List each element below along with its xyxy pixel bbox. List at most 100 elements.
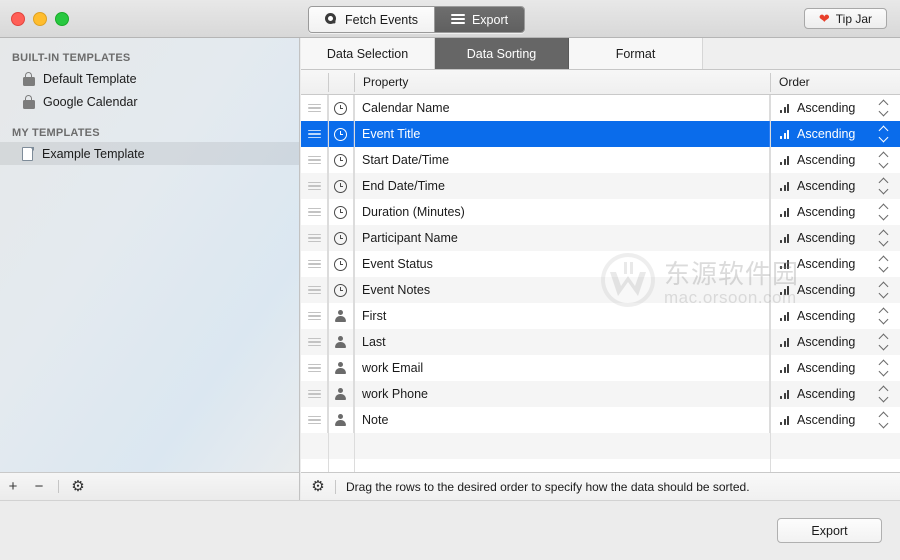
tab-data-sorting[interactable]: Data Sorting (435, 38, 569, 69)
table-row[interactable]: End Date/Time Ascending (301, 173, 900, 199)
table-row[interactable]: Start Date/Time Ascending (301, 147, 900, 173)
drag-handle-cell[interactable] (301, 199, 328, 225)
drag-handle-icon[interactable] (307, 337, 321, 347)
table-row[interactable]: Event Status Ascending (301, 251, 900, 277)
sidebar-item-example-template[interactable]: Example Template (0, 142, 299, 165)
order-cell[interactable]: Ascending (770, 277, 900, 303)
table-row[interactable]: work Email Ascending (301, 355, 900, 381)
drag-handle-cell[interactable] (301, 147, 328, 173)
row-type-icon-cell (328, 121, 354, 147)
order-cell[interactable]: Ascending (770, 355, 900, 381)
order-cell[interactable]: Ascending (770, 303, 900, 329)
drag-handle-cell[interactable] (301, 303, 328, 329)
order-cell[interactable]: Ascending (770, 225, 900, 251)
order-cell[interactable]: Ascending (770, 407, 900, 433)
order-value: Ascending (797, 153, 856, 167)
gear-icon: ⚙ (71, 478, 85, 495)
order-stepper[interactable] (876, 228, 892, 248)
order-stepper[interactable] (876, 202, 892, 222)
tab-format[interactable]: Format (569, 38, 703, 69)
drag-handle-icon[interactable] (307, 207, 321, 217)
list-icon (450, 14, 465, 25)
drag-handle-icon[interactable] (307, 129, 321, 139)
order-stepper[interactable] (876, 358, 892, 378)
drag-handle-cell[interactable] (301, 173, 328, 199)
drag-handle-icon[interactable] (307, 233, 321, 243)
order-stepper[interactable] (876, 410, 892, 430)
drag-handle-cell[interactable] (301, 225, 328, 251)
remove-template-button[interactable]: − (26, 473, 52, 500)
sort-settings-button[interactable]: ⚙ (301, 479, 335, 494)
export-button[interactable]: Export (777, 518, 882, 543)
bar-chart-icon (780, 129, 791, 139)
column-divider (770, 95, 771, 472)
order-cell[interactable]: Ascending (770, 121, 900, 147)
segment-fetch-events[interactable]: Fetch Events (309, 7, 434, 32)
order-stepper[interactable] (876, 176, 892, 196)
order-value: Ascending (797, 413, 856, 427)
order-value: Ascending (797, 101, 856, 115)
drag-handle-icon[interactable] (307, 103, 321, 113)
order-stepper[interactable] (876, 332, 892, 352)
person-icon (335, 414, 347, 427)
order-stepper[interactable] (876, 124, 892, 144)
sidebar-settings-button[interactable]: ⚙ (65, 473, 91, 500)
order-stepper[interactable] (876, 306, 892, 326)
table-row[interactable]: First Ascending (301, 303, 900, 329)
drag-handle-icon[interactable] (307, 415, 321, 425)
order-stepper[interactable] (876, 254, 892, 274)
property-name: Start Date/Time (354, 147, 770, 173)
bar-chart-icon (780, 233, 791, 243)
drag-handle-cell[interactable] (301, 95, 328, 121)
table-row[interactable]: Event Notes Ascending (301, 277, 900, 303)
order-stepper[interactable] (876, 98, 892, 118)
drag-handle-icon[interactable] (307, 155, 321, 165)
header-divider (328, 73, 329, 92)
order-cell[interactable]: Ascending (770, 147, 900, 173)
segment-export[interactable]: Export (433, 7, 525, 32)
add-template-button[interactable]: + (0, 473, 26, 500)
order-stepper[interactable] (876, 280, 892, 300)
minimize-window-button[interactable] (33, 12, 47, 26)
close-window-button[interactable] (11, 12, 25, 26)
drag-handle-cell[interactable] (301, 407, 328, 433)
drag-handle-cell[interactable] (301, 381, 328, 407)
column-header-property[interactable]: Property (363, 70, 408, 94)
drag-handle-icon[interactable] (307, 389, 321, 399)
drag-handle-cell[interactable] (301, 329, 328, 355)
drag-handle-icon[interactable] (307, 363, 321, 373)
table-row[interactable]: Note Ascending (301, 407, 900, 433)
table-row[interactable]: Participant Name Ascending (301, 225, 900, 251)
column-header-order[interactable]: Order (779, 70, 810, 94)
mode-segmented-control[interactable]: Fetch Events Export (308, 6, 526, 33)
sidebar-item-default-template[interactable]: Default Template (0, 67, 299, 90)
drag-handle-icon[interactable] (307, 285, 321, 295)
tip-jar-button[interactable]: ❤ Tip Jar (803, 8, 887, 29)
drag-handle-icon[interactable] (307, 181, 321, 191)
drag-handle-cell[interactable] (301, 121, 328, 147)
drag-handle-cell[interactable] (301, 251, 328, 277)
order-cell[interactable]: Ascending (770, 251, 900, 277)
table-row[interactable]: Event Title Ascending (301, 121, 900, 147)
drag-handle-icon[interactable] (307, 259, 321, 269)
order-cell[interactable]: Ascending (770, 95, 900, 121)
tab-data-selection[interactable]: Data Selection (301, 38, 435, 69)
order-cell[interactable]: Ascending (770, 329, 900, 355)
order-stepper[interactable] (876, 384, 892, 404)
table-row[interactable]: work Phone Ascending (301, 381, 900, 407)
sidebar-item-google-calendar[interactable]: Google Calendar (0, 90, 299, 113)
maximize-window-button[interactable] (55, 12, 69, 26)
drag-handle-cell[interactable] (301, 355, 328, 381)
table-row[interactable]: Duration (Minutes) Ascending (301, 199, 900, 225)
property-name: Event Notes (354, 277, 770, 303)
drag-handle-icon[interactable] (307, 311, 321, 321)
table-row[interactable]: Calendar Name Ascending (301, 95, 900, 121)
order-cell[interactable]: Ascending (770, 173, 900, 199)
order-cell[interactable]: Ascending (770, 381, 900, 407)
tab-bar: Data Selection Data Sorting Format (301, 38, 900, 70)
clock-icon (334, 231, 347, 245)
order-cell[interactable]: Ascending (770, 199, 900, 225)
order-stepper[interactable] (876, 150, 892, 170)
table-row[interactable]: Last Ascending (301, 329, 900, 355)
drag-handle-cell[interactable] (301, 277, 328, 303)
